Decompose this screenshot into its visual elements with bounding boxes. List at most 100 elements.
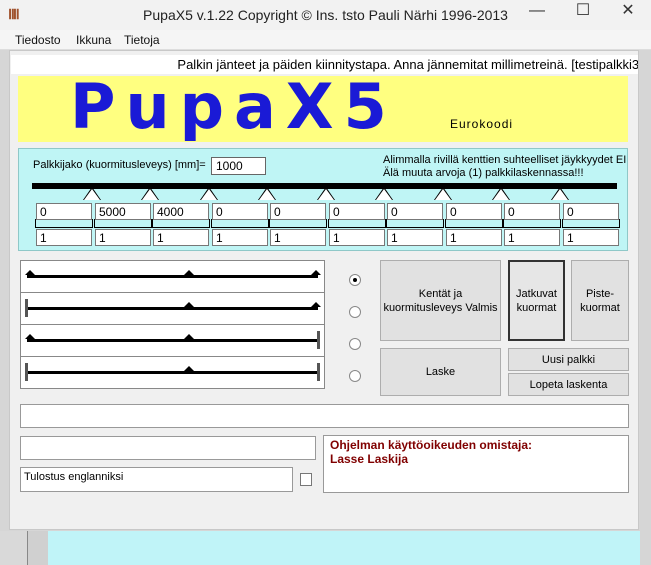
menu-bar: Tiedosto Ikkuna Tietoja [0, 30, 651, 50]
owner-box: Ohjelman käyttöoikeuden omistaja: Lasse … [323, 435, 629, 493]
span-length-input[interactable]: 0 [446, 203, 502, 220]
stiffness-note: Alimmalla rivillä kenttien suhteelliset … [383, 154, 626, 180]
support-triangle-icon [25, 334, 35, 339]
span-bracket [503, 219, 561, 228]
stiffness-input[interactable]: 1 [329, 229, 385, 246]
span-bracket [94, 219, 152, 228]
stiffness-input[interactable]: 1 [563, 229, 619, 246]
logo-subtitle: Eurokoodi [450, 117, 514, 131]
logo-title: PupaX5 [70, 70, 397, 143]
radio-support-simply-supported[interactable] [349, 274, 361, 286]
support-triangle-fill [376, 189, 392, 200]
continuous-loads-label: Jatkuvat kuormat [516, 287, 557, 314]
stiffness-input[interactable]: 1 [95, 229, 151, 246]
support-type-fixed-both[interactable] [21, 357, 324, 389]
stop-calculation-button[interactable]: Lopeta laskenta [508, 373, 629, 396]
stiffness-input[interactable]: 1 [270, 229, 326, 246]
span-bracket [445, 219, 503, 228]
support-triangle-icon [184, 302, 194, 307]
support-diagram-beam [27, 339, 318, 342]
support-triangle-icon [184, 366, 194, 371]
maximize-icon[interactable]: ☐ [561, 0, 605, 22]
span-bracket [35, 219, 93, 228]
support-triangle-icon [311, 270, 321, 275]
stiffness-input[interactable]: 1 [36, 229, 92, 246]
span-bracket [211, 219, 269, 228]
title-bar: ⅡⅡ PupaX5 v.1.22 Copyright © Ins. tsto P… [0, 0, 651, 30]
span-length-input[interactable]: 0 [387, 203, 443, 220]
support-triangle-icon [25, 270, 35, 275]
span-bracket [152, 219, 210, 228]
continuous-loads-button[interactable]: Jatkuvat kuormat [508, 260, 565, 341]
span-bracket [386, 219, 444, 228]
point-loads-label: Piste-kuormat [580, 287, 620, 314]
fields-ready-label: Kentät ja kuormitusleveys Valmis [383, 287, 498, 314]
span-length-input[interactable]: 5000 [95, 203, 151, 220]
stiffness-input[interactable]: 1 [387, 229, 443, 246]
menu-tietoja[interactable]: Tietoja [124, 33, 160, 47]
support-type-fixed-right[interactable] [21, 325, 324, 357]
support-triangle-fill [142, 189, 158, 200]
support-triangle-icon [184, 334, 194, 339]
spacing-label: Palkkijako (kuormitusleveys) [mm]= [33, 159, 206, 171]
support-triangle-fill [318, 189, 334, 200]
span-length-input[interactable]: 0 [36, 203, 92, 220]
new-beam-label: Uusi palkki [541, 353, 596, 366]
menu-ikkuna[interactable]: Ikkuna [76, 33, 111, 47]
note-line-1: Alimmalla rivillä kenttien suhteelliset … [383, 154, 627, 166]
note-line-2: Älä muuta arvoja (1) palkkilaskennassa!!… [383, 167, 584, 179]
support-triangle-fill [259, 189, 275, 200]
fixed-end-icon [25, 363, 28, 381]
stiffness-input[interactable]: 1 [504, 229, 560, 246]
support-triangle-fill [84, 189, 100, 200]
span-bracket [269, 219, 327, 228]
stiffness-input[interactable]: 1 [446, 229, 502, 246]
support-diagram-beam [27, 275, 318, 278]
span-length-input[interactable]: 0 [504, 203, 560, 220]
status-field[interactable] [20, 404, 629, 428]
support-diagram-beam [27, 371, 318, 374]
secondary-field[interactable] [20, 436, 316, 460]
support-triangle-fill [552, 189, 568, 200]
support-type-simply-supported[interactable] [21, 261, 324, 293]
support-triangle-icon [184, 270, 194, 275]
spacing-input[interactable]: 1000 [211, 157, 266, 175]
new-beam-button[interactable]: Uusi palkki [508, 348, 629, 371]
bottom-left-panel [0, 531, 28, 565]
menu-tiedosto[interactable]: Tiedosto [15, 33, 61, 47]
point-loads-button[interactable]: Piste-kuormat [571, 260, 629, 341]
fields-ready-button[interactable]: Kentät ja kuormitusleveys Valmis [380, 260, 501, 341]
span-length-input[interactable]: 0 [563, 203, 619, 220]
support-type-list[interactable] [20, 260, 325, 389]
span-length-input[interactable]: 4000 [153, 203, 209, 220]
stiffness-input[interactable]: 1 [153, 229, 209, 246]
output-english-field[interactable]: Tulostus englanniksi [20, 467, 293, 492]
support-triangle-fill [201, 189, 217, 200]
bottom-strip [28, 531, 640, 565]
stiffness-input[interactable]: 1 [212, 229, 268, 246]
span-length-input[interactable]: 0 [212, 203, 268, 220]
span-bracket [562, 219, 620, 228]
support-type-fixed-left[interactable] [21, 293, 324, 325]
stop-calculation-label: Lopeta laskenta [529, 378, 608, 391]
owner-heading: Ohjelman käyttöoikeuden omistaja: [330, 438, 533, 452]
radio-support-fixed-left[interactable] [349, 306, 361, 318]
span-bracket [328, 219, 386, 228]
support-triangle-icon [311, 302, 321, 307]
support-diagram-beam [27, 307, 318, 310]
radio-support-fixed-both[interactable] [349, 370, 361, 382]
support-triangle-fill [435, 189, 451, 200]
support-triangle-fill [493, 189, 509, 200]
calculate-label: Laske [425, 366, 456, 378]
fixed-end-icon [25, 299, 28, 317]
span-length-input[interactable]: 0 [270, 203, 326, 220]
radio-support-fixed-right[interactable] [349, 338, 361, 350]
owner-name: Lasse Laskija [330, 452, 409, 466]
minimize-icon[interactable]: — [515, 0, 559, 22]
output-english-checkbox[interactable] [300, 473, 312, 486]
span-length-input[interactable]: 0 [329, 203, 385, 220]
fixed-end-icon [317, 331, 320, 349]
calculate-button[interactable]: Laske [380, 348, 501, 396]
fixed-end-icon [317, 363, 320, 381]
close-icon[interactable]: ✕ [606, 0, 650, 22]
